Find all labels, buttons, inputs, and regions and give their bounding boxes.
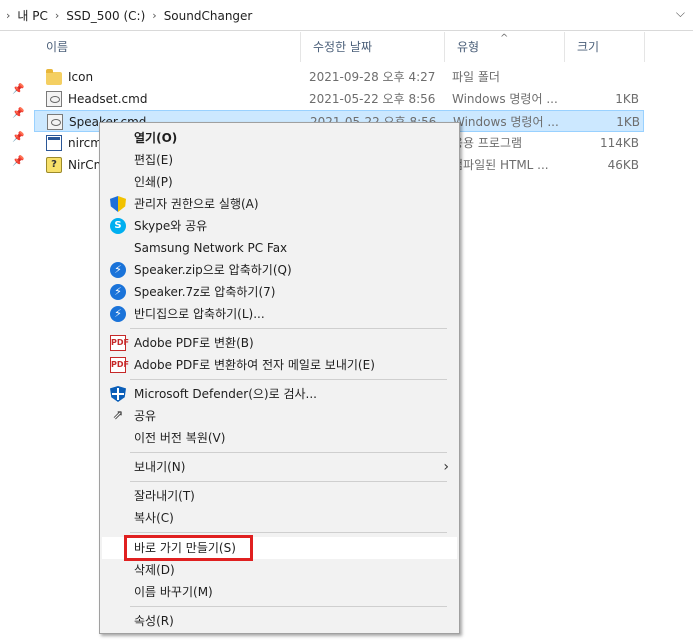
- pin-icon[interactable]: 📌: [12, 156, 24, 168]
- file-type: 컴파일된 HTML ...: [452, 158, 549, 172]
- breadcrumb-item-folder[interactable]: SoundChanger: [164, 9, 253, 23]
- breadcrumb-item-drive[interactable]: SSD_500 (C:): [66, 9, 145, 23]
- menu-item-open[interactable]: 열기(O): [102, 127, 457, 149]
- menu-item-send-to[interactable]: 보내기(N) ›: [102, 456, 457, 478]
- file-size: 46KB: [607, 158, 639, 172]
- folder-icon: [46, 68, 62, 85]
- file-type: Windows 명령어 ...: [452, 92, 558, 106]
- menu-item-label: 편집(E): [134, 153, 174, 167]
- menu-separator: [130, 328, 447, 329]
- annotation-highlight-box: [124, 535, 253, 561]
- file-type: 응용 프로그램: [452, 136, 523, 150]
- cmd-file-icon: [47, 114, 63, 130]
- chevron-down-icon[interactable]: ⌵: [676, 6, 685, 21]
- defender-shield-icon: [110, 386, 126, 402]
- pdf-icon: PDF: [110, 357, 129, 373]
- file-size: 1KB: [616, 115, 640, 129]
- file-name: Headset.cmd: [68, 92, 148, 106]
- chevron-right-icon: ›: [152, 9, 157, 22]
- cmd-file-icon: [46, 91, 62, 107]
- column-header-row: 이름 수정한 날짜 유형 크기 ^: [34, 32, 693, 62]
- menu-item-run-as-admin[interactable]: 관리자 권한으로 실행(A): [102, 193, 457, 215]
- menu-item-defender-scan[interactable]: Microsoft Defender(으)로 검사...: [102, 383, 457, 405]
- bandizip-icon: ⚡: [110, 306, 126, 322]
- menu-item-bandizip[interactable]: ⚡ 반디집으로 압축하기(L)...: [102, 303, 457, 325]
- menu-item-label: 이전 버전 복원(V): [134, 431, 226, 445]
- sort-ascending-icon: ^: [500, 33, 509, 44]
- menu-item-label: 보내기(N): [134, 460, 186, 474]
- menu-item-label: Adobe PDF로 변환하여 전자 메일로 보내기(E): [134, 358, 375, 372]
- menu-item-label: Speaker.zip으로 압축하기(Q): [134, 263, 292, 277]
- chevron-right-icon: ›: [54, 9, 60, 22]
- pin-icon[interactable]: 📌: [12, 84, 24, 96]
- file-row[interactable]: Icon 2021-09-28 오후 4:27 파일 폴더: [34, 66, 644, 88]
- menu-item-label: 반디집으로 압축하기(L)...: [134, 307, 265, 321]
- pin-icon[interactable]: 📌: [12, 132, 24, 144]
- file-row[interactable]: Headset.cmd 2021-05-22 오후 8:56 Windows 명…: [34, 88, 644, 110]
- menu-item-adobe-pdf[interactable]: PDF Adobe PDF로 변환(B): [102, 332, 457, 354]
- file-name: Icon: [68, 70, 94, 84]
- menu-item-print[interactable]: 인쇄(P): [102, 171, 457, 193]
- menu-item-cut[interactable]: 잘라내기(T): [102, 485, 457, 507]
- menu-item-label: 속성(R): [134, 614, 174, 628]
- menu-item-skype-share[interactable]: S Skype와 공유: [102, 215, 457, 237]
- bandizip-icon: ⚡: [110, 284, 126, 300]
- file-size: 114KB: [599, 136, 639, 150]
- menu-item-label: Skype와 공유: [134, 219, 208, 233]
- chevron-right-icon: ›: [443, 459, 449, 475]
- file-date: 2021-05-22 오후 8:56: [309, 92, 436, 106]
- pin-icon[interactable]: 📌: [12, 108, 24, 120]
- chm-file-icon: ?: [46, 157, 62, 173]
- menu-item-label: 관리자 권한으로 실행(A): [134, 197, 259, 211]
- menu-item-label: 잘라내기(T): [134, 489, 195, 503]
- menu-item-label: 이름 바꾸기(M): [134, 585, 213, 599]
- menu-item-7z[interactable]: ⚡ Speaker.7z로 압축하기(7): [102, 281, 457, 303]
- menu-separator: [130, 532, 447, 533]
- column-header-size[interactable]: 크기: [565, 32, 645, 62]
- file-size: 1KB: [615, 92, 639, 106]
- menu-item-label: 복사(C): [134, 511, 174, 525]
- menu-separator: [130, 452, 447, 453]
- file-type: 파일 폴더: [452, 70, 500, 84]
- menu-item-label: 열기(O): [134, 131, 178, 145]
- bandizip-icon: ⚡: [110, 262, 126, 278]
- menu-item-label: Samsung Network PC Fax: [134, 241, 288, 255]
- column-header-date[interactable]: 수정한 날짜: [301, 32, 445, 62]
- file-type: Windows 명령어 ...: [453, 115, 559, 129]
- menu-separator: [130, 606, 447, 607]
- address-bar[interactable]: › 내 PC › SSD_500 (C:) › SoundChanger ⌵: [0, 0, 693, 31]
- menu-item-label: Speaker.7z로 압축하기(7): [134, 285, 276, 299]
- share-icon: ⇗: [112, 408, 124, 423]
- menu-item-delete[interactable]: 삭제(D): [102, 559, 457, 581]
- skype-icon: S: [110, 218, 126, 234]
- breadcrumb: › 내 PC › SSD_500 (C:) › SoundChanger: [4, 7, 252, 24]
- menu-item-restore-previous[interactable]: 이전 버전 복원(V): [102, 427, 457, 449]
- navigation-pane: 📌 📌 📌 📌: [0, 32, 34, 643]
- menu-item-label: Adobe PDF로 변환(B): [134, 336, 254, 350]
- chevron-right-icon: ›: [6, 9, 11, 22]
- breadcrumb-item-this-pc[interactable]: 내 PC: [17, 7, 47, 24]
- menu-item-rename[interactable]: 이름 바꾸기(M): [102, 581, 457, 603]
- menu-item-properties[interactable]: 속성(R): [102, 610, 457, 632]
- menu-item-zip[interactable]: ⚡ Speaker.zip으로 압축하기(Q): [102, 259, 457, 281]
- menu-separator: [130, 379, 447, 380]
- menu-item-label: Microsoft Defender(으)로 검사...: [134, 387, 317, 401]
- menu-item-copy[interactable]: 복사(C): [102, 507, 457, 529]
- menu-separator: [130, 481, 447, 482]
- exe-file-icon: [46, 135, 62, 151]
- file-name: nircm: [68, 136, 102, 150]
- pdf-icon: PDF: [110, 335, 129, 351]
- menu-item-edit[interactable]: 편집(E): [102, 149, 457, 171]
- menu-item-adobe-pdf-email[interactable]: PDF Adobe PDF로 변환하여 전자 메일로 보내기(E): [102, 354, 457, 376]
- menu-item-samsung-fax[interactable]: Samsung Network PC Fax: [102, 237, 457, 259]
- column-header-name[interactable]: 이름: [34, 32, 301, 62]
- file-date: 2021-09-28 오후 4:27: [309, 70, 436, 84]
- menu-item-label: 공유: [134, 409, 157, 423]
- menu-item-label: 삭제(D): [134, 563, 175, 577]
- uac-shield-icon: [110, 196, 126, 212]
- menu-item-label: 인쇄(P): [134, 175, 173, 189]
- menu-item-share[interactable]: ⇗ 공유: [102, 405, 457, 427]
